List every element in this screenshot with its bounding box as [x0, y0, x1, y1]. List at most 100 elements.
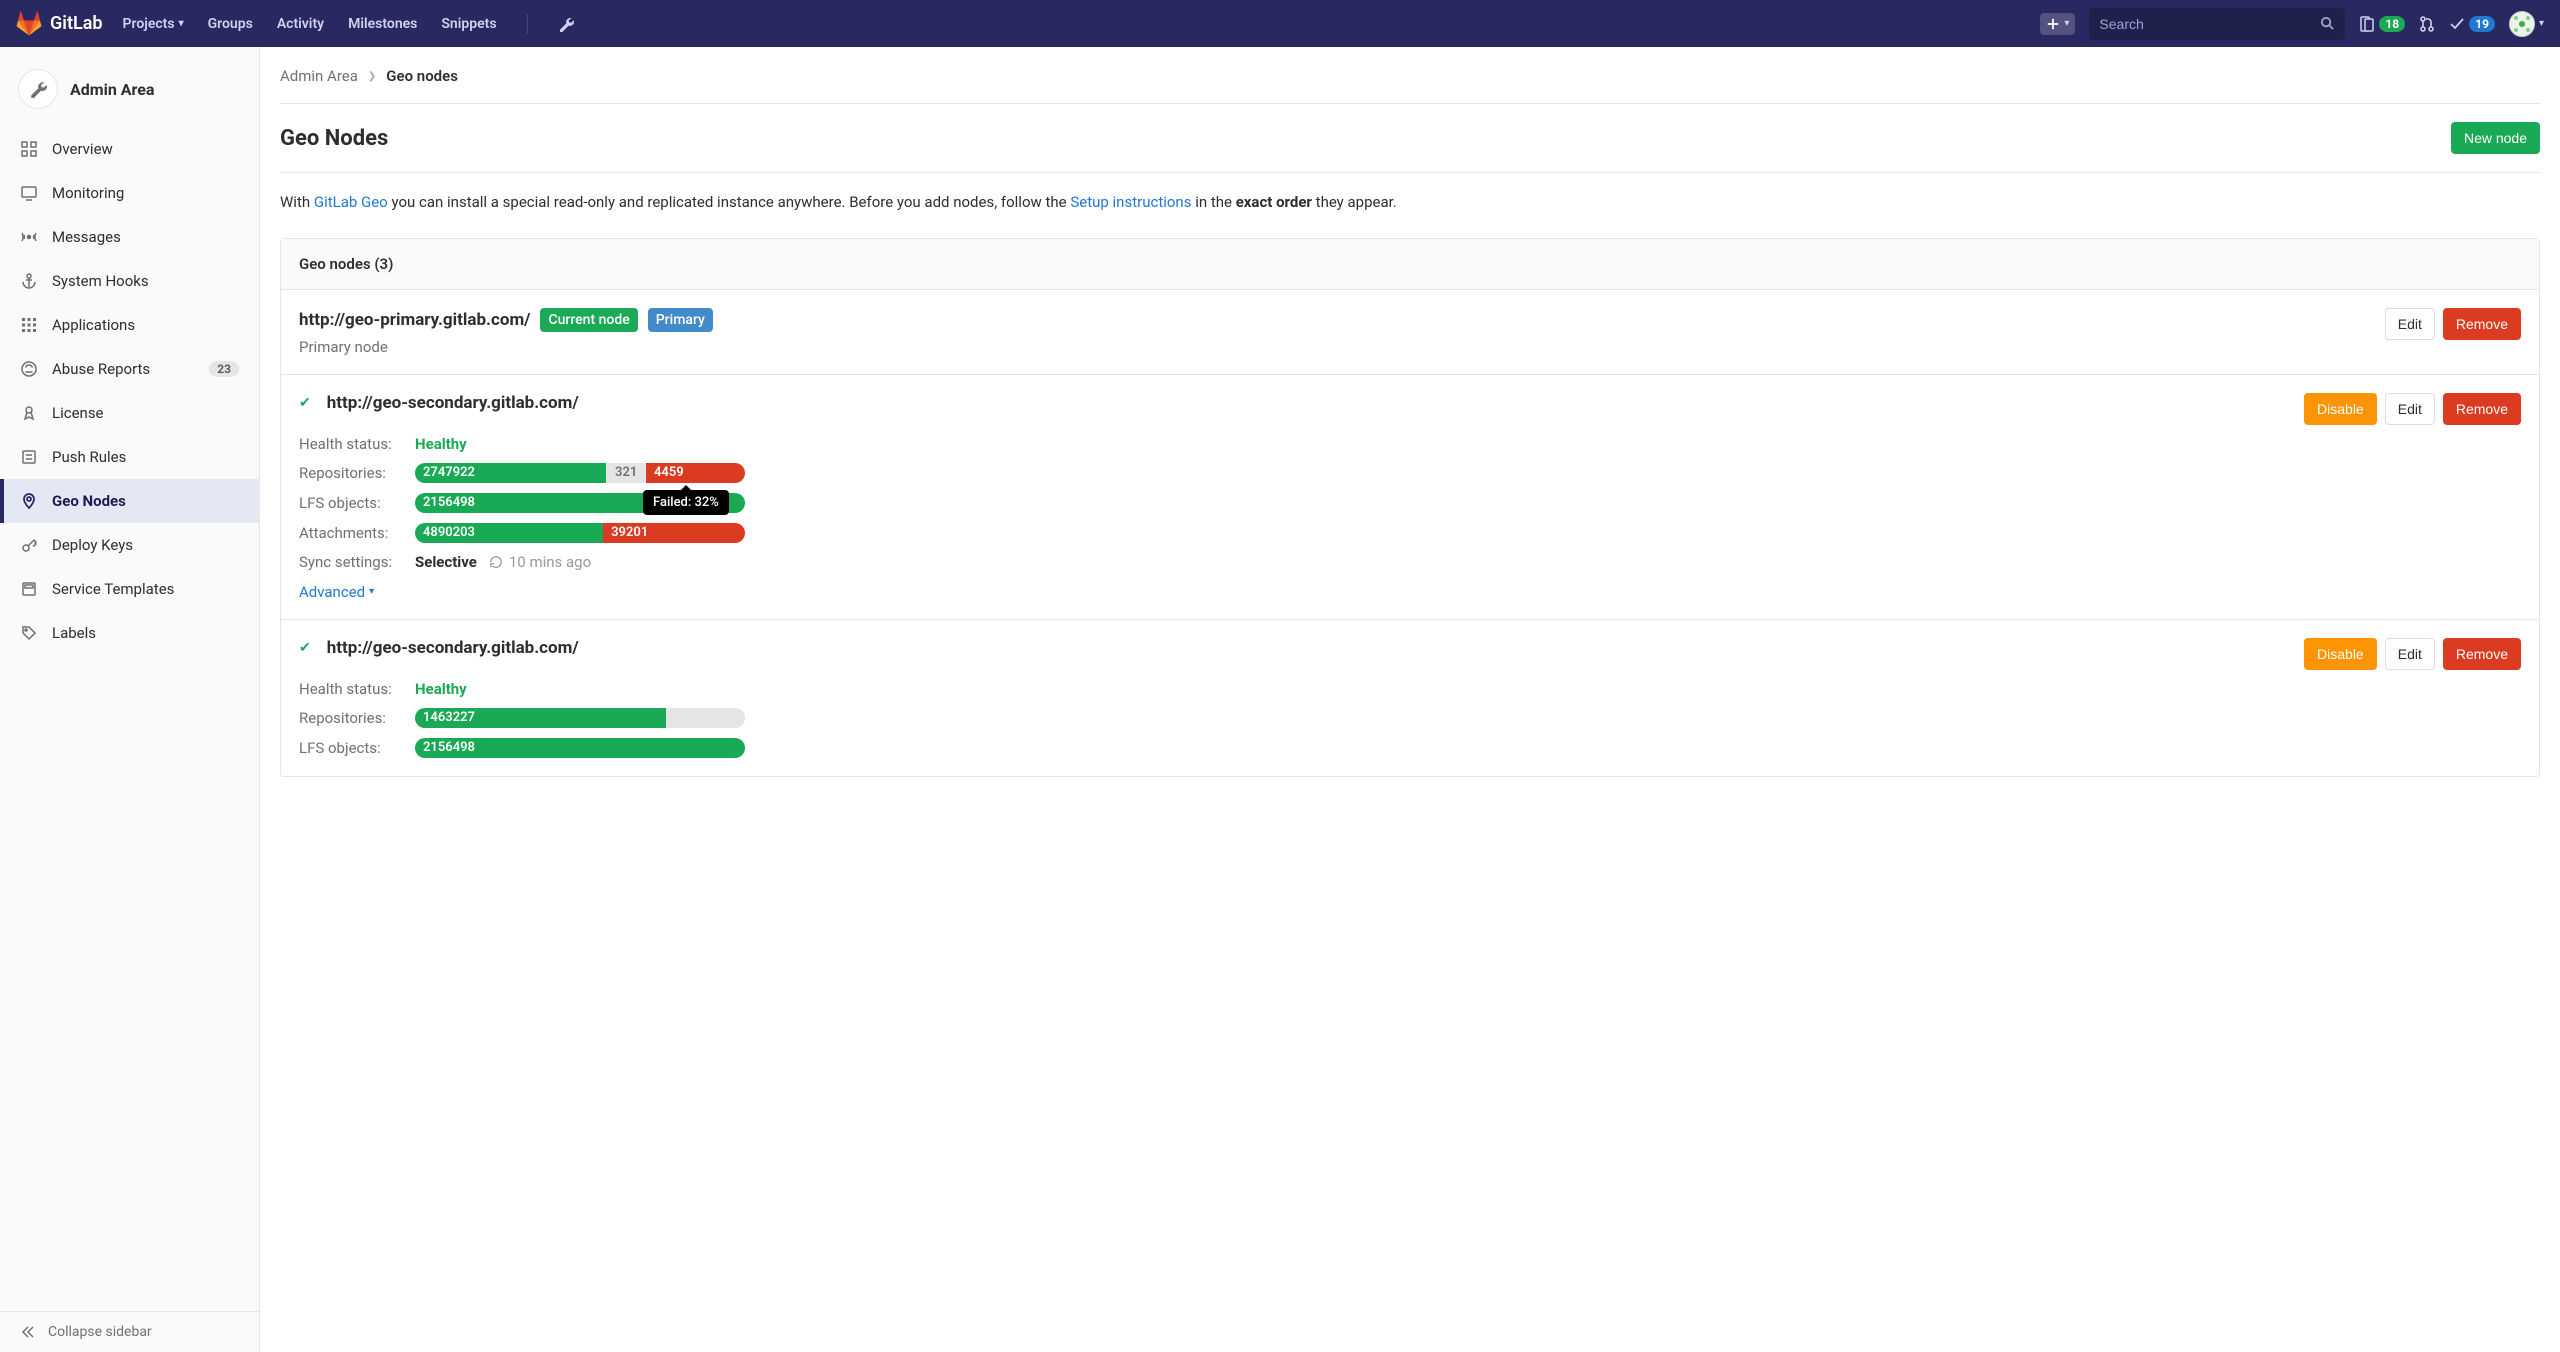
sidebar: Admin Area Overview Monitoring Messages …: [0, 47, 260, 1352]
sidebar-collapse[interactable]: Collapse sidebar: [0, 1311, 259, 1352]
nav-groups[interactable]: Groups: [208, 16, 253, 32]
broadcast-icon: [20, 228, 38, 246]
plus-icon: [2046, 17, 2060, 31]
lfs-bar: 2156498: [415, 738, 745, 758]
attach-failed: 39201: [603, 523, 745, 543]
sidebar-item-applications[interactable]: Applications: [0, 303, 259, 347]
top-right: ▾ 18 19 ▾: [2040, 8, 2544, 40]
sidebar-item-messages[interactable]: Messages: [0, 215, 259, 259]
nav-activity[interactable]: Activity: [277, 16, 324, 32]
attach-synced: 4890203: [415, 523, 603, 543]
issues-icon: [2359, 16, 2375, 32]
sidebar-item-service-templates[interactable]: Service Templates: [0, 567, 259, 611]
nav-todos[interactable]: 19: [2449, 16, 2495, 32]
repos-bar: 1463227: [415, 708, 745, 728]
nav-issues[interactable]: 18: [2359, 16, 2405, 32]
edit-button[interactable]: Edit: [2385, 638, 2435, 670]
gitlab-logo-icon: [16, 11, 42, 37]
repos-pending: 321: [606, 463, 646, 483]
sidebar-item-monitoring[interactable]: Monitoring: [0, 171, 259, 215]
chevron-down-icon: ▾: [179, 18, 184, 29]
search-icon: [2320, 16, 2335, 31]
grid-icon: [20, 316, 38, 334]
failed-tooltip: Failed: 32%: [643, 490, 729, 515]
edit-button[interactable]: Edit: [2385, 393, 2435, 425]
admin-area-icon: [18, 69, 58, 109]
lfs-synced: 2156498: [415, 738, 745, 758]
node-url: http://geo-secondary.gitlab.com/: [327, 393, 579, 413]
main-content: Admin Area ❯ Geo nodes Geo Nodes New nod…: [260, 47, 2560, 1352]
page-title: Geo Nodes: [280, 126, 388, 151]
node-card-secondary-2: ✔ http://geo-secondary.gitlab.com/ Disab…: [281, 620, 2539, 776]
nav-wrench[interactable]: [558, 16, 574, 32]
remove-button[interactable]: Remove: [2443, 308, 2521, 340]
label-icon: [20, 624, 38, 642]
repos-synced: 1463227: [415, 708, 666, 728]
repos-bar: 2747922 321 4459: [415, 463, 745, 483]
sidebar-item-deploy-keys[interactable]: Deploy Keys: [0, 523, 259, 567]
remove-button[interactable]: Remove: [2443, 393, 2521, 425]
push-rules-icon: [20, 448, 38, 466]
node-card-primary: http://geo-primary.gitlab.com/ Current n…: [281, 290, 2539, 375]
nav-projects[interactable]: Projects ▾: [123, 16, 184, 32]
chevron-right-icon: ❯: [368, 71, 376, 82]
page-header: Geo Nodes New node: [280, 104, 2540, 172]
repos-failed: 4459: [646, 463, 745, 483]
badge-current-node: Current node: [540, 308, 637, 332]
overview-icon: [20, 140, 38, 158]
sidebar-item-overview[interactable]: Overview: [0, 127, 259, 171]
abuse-icon: [20, 360, 38, 378]
location-icon: [20, 492, 38, 510]
node-url: http://geo-secondary.gitlab.com/: [327, 638, 579, 658]
sidebar-item-abuse-reports[interactable]: Abuse Reports 23: [0, 347, 259, 391]
nav-merge-requests[interactable]: [2419, 16, 2435, 32]
health-status: Healthy: [415, 435, 467, 453]
search-input[interactable]: [2099, 16, 2320, 32]
collapse-icon: [20, 1324, 36, 1340]
disable-button[interactable]: Disable: [2304, 393, 2377, 425]
avatar-pattern-icon: [2512, 14, 2532, 34]
sidebar-item-labels[interactable]: Labels: [0, 611, 259, 655]
abuse-count-badge: 23: [209, 361, 239, 377]
nav-milestones[interactable]: Milestones: [348, 16, 417, 32]
search-box[interactable]: [2089, 8, 2345, 40]
sidebar-item-geo-nodes[interactable]: Geo Nodes: [0, 479, 259, 523]
health-status: Healthy: [415, 680, 467, 698]
nav-snippets[interactable]: Snippets: [441, 16, 496, 32]
new-dropdown[interactable]: ▾: [2040, 13, 2075, 35]
sidebar-item-push-rules[interactable]: Push Rules: [0, 435, 259, 479]
advanced-toggle[interactable]: Advanced ▾: [299, 583, 374, 601]
badge-primary: Primary: [648, 308, 713, 332]
gitlab-geo-link[interactable]: GitLab Geo: [314, 193, 388, 211]
sidebar-list: Overview Monitoring Messages System Hook…: [0, 127, 259, 1311]
check-icon: ✔: [299, 395, 311, 411]
retry-icon: [489, 555, 503, 569]
sidebar-header: Admin Area: [0, 59, 259, 127]
merge-request-icon: [2419, 16, 2435, 32]
edit-button[interactable]: Edit: [2385, 308, 2435, 340]
setup-instructions-link[interactable]: Setup instructions: [1070, 193, 1191, 211]
new-node-button[interactable]: New node: [2451, 122, 2540, 154]
todos-icon: [2449, 16, 2465, 32]
intro-text: With GitLab Geo you can install a specia…: [280, 173, 2540, 238]
license-icon: [20, 404, 38, 422]
avatar: [2509, 11, 2535, 37]
node-url: http://geo-primary.gitlab.com/: [299, 310, 530, 330]
repos-synced: 2747922: [415, 463, 606, 483]
anchor-icon: [20, 272, 38, 290]
template-icon: [20, 580, 38, 598]
brand[interactable]: GitLab: [16, 11, 103, 37]
key-icon: [20, 536, 38, 554]
sidebar-item-system-hooks[interactable]: System Hooks: [0, 259, 259, 303]
user-menu[interactable]: ▾: [2509, 11, 2544, 37]
nav-items: Projects ▾ Groups Activity Milestones Sn…: [123, 14, 574, 34]
breadcrumb-root[interactable]: Admin Area: [280, 67, 358, 85]
sync-mode: Selective: [415, 553, 477, 571]
monitor-icon: [20, 184, 38, 202]
wrench-icon: [558, 16, 574, 32]
remove-button[interactable]: Remove: [2443, 638, 2521, 670]
disable-button[interactable]: Disable: [2304, 638, 2377, 670]
sidebar-item-license[interactable]: License: [0, 391, 259, 435]
breadcrumb-current: Geo nodes: [386, 67, 458, 85]
chevron-down-icon: ▾: [2064, 18, 2069, 29]
